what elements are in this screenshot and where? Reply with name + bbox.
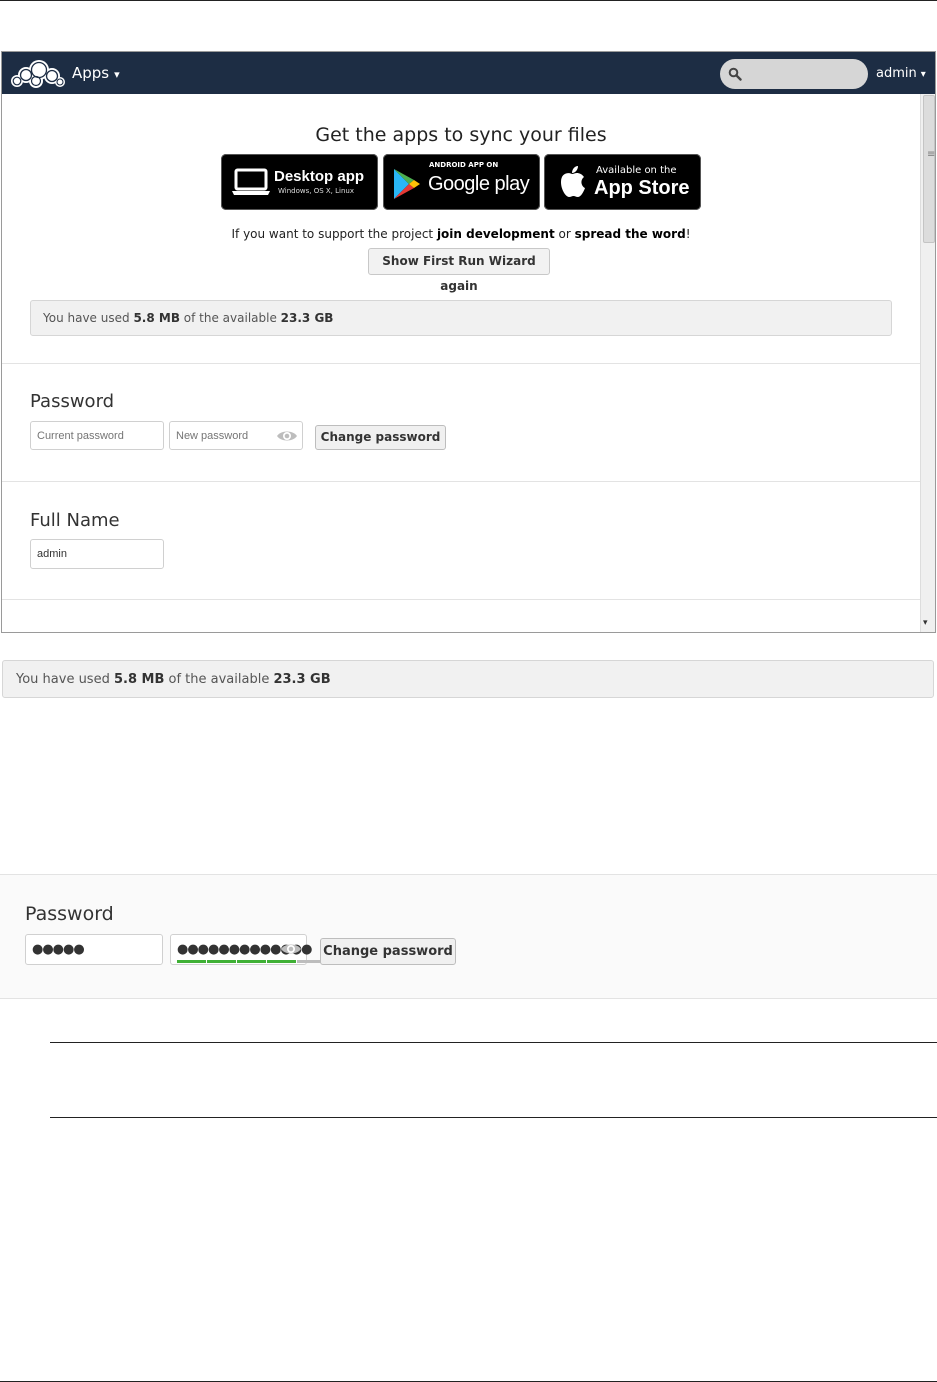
- scrollbar-thumb[interactable]: ≡: [923, 95, 935, 243]
- full-name-input[interactable]: [30, 539, 164, 569]
- strength-segment: [237, 960, 266, 963]
- scroll-down-arrow-icon[interactable]: ▾: [923, 618, 928, 628]
- section-divider: [2, 481, 920, 482]
- desktop-app-platforms: Windows, OS X, Linux: [278, 187, 354, 195]
- top-navigation-bar: Apps ▾ admin ▾: [2, 52, 935, 94]
- apps-caret-icon: ▾: [114, 68, 120, 81]
- strength-segment: [267, 960, 296, 963]
- apps-menu-label: Apps: [72, 64, 110, 82]
- quota-used: 5.8 MB: [113, 672, 165, 687]
- quota-middle: of the available: [164, 672, 274, 687]
- section-divider: [2, 599, 920, 600]
- document-rule-top: [50, 1042, 937, 1043]
- password-section-title: Password: [25, 903, 114, 925]
- strength-segment: [177, 960, 206, 963]
- app-store-badge[interactable]: Available on the App Store: [544, 154, 701, 210]
- show-password-eye-icon[interactable]: [280, 942, 302, 956]
- current-password-input[interactable]: [30, 421, 164, 450]
- change-password-button[interactable]: Change password: [315, 425, 446, 450]
- storage-quota-bar-zoomed: You have used 5.8 MB of the available 23…: [2, 660, 934, 698]
- page-top-rule: [0, 0, 937, 1]
- owncloud-logo-icon[interactable]: [8, 57, 66, 89]
- section-divider: [2, 363, 920, 364]
- sync-apps-title: Get the apps to sync your files: [315, 124, 607, 146]
- change-password-button[interactable]: Change password: [320, 938, 456, 965]
- user-caret-icon: ▾: [920, 69, 926, 80]
- search-input[interactable]: [720, 59, 868, 89]
- search-icon: [728, 67, 742, 81]
- document-rule-bottom: [50, 1117, 937, 1118]
- full-name-section-title: Full Name: [30, 510, 120, 531]
- apps-menu[interactable]: Apps ▾: [72, 64, 120, 82]
- user-menu-label: admin: [876, 66, 917, 81]
- laptop-icon: [232, 168, 270, 195]
- desktop-app-badge[interactable]: Desktop app Windows, OS X, Linux: [221, 154, 378, 210]
- user-menu[interactable]: admin ▾: [876, 66, 926, 81]
- show-first-run-wizard-button[interactable]: Show First Run Wizard again: [368, 248, 550, 293]
- support-suffix: !: [685, 227, 691, 241]
- storage-quota-bar: You have used 5.8 MB of the available 23…: [30, 300, 892, 336]
- support-text: If you want to support the project join …: [2, 227, 920, 241]
- google-play-icon: [394, 169, 420, 199]
- google-play-title: Google play: [428, 173, 530, 195]
- quota-prefix: You have used: [16, 672, 114, 687]
- quota-total: 23.3 GB: [280, 311, 334, 325]
- scroll-grip-icon: ≡: [927, 149, 936, 160]
- app-store-title: App Store: [594, 177, 690, 199]
- spread-the-word-link[interactable]: spread the word: [575, 227, 686, 241]
- support-middle: or: [554, 227, 575, 241]
- support-prefix: If you want to support the project: [231, 227, 437, 241]
- quota-prefix: You have used: [43, 311, 134, 325]
- password-section-title: Password: [30, 391, 115, 412]
- quota-total: 23.3 GB: [273, 672, 331, 687]
- google-play-caption: ANDROID APP ON: [429, 161, 499, 169]
- strength-segment: [207, 960, 236, 963]
- apple-icon: [561, 166, 585, 197]
- google-play-badge[interactable]: ANDROID APP ON Google play: [383, 154, 540, 210]
- quota-middle: of the available: [179, 311, 281, 325]
- current-password-input-filled[interactable]: ●●●●●: [25, 934, 163, 965]
- desktop-app-title: Desktop app: [274, 168, 365, 185]
- current-password-dots: ●●●●●: [32, 942, 85, 957]
- vertical-scrollbar[interactable]: ≡ ▾: [920, 94, 935, 632]
- app-store-caption: Available on the: [596, 165, 677, 176]
- settings-screenshot: Apps ▾ admin ▾ Get the apps to sync your f…: [1, 51, 936, 633]
- settings-content: Get the apps to sync your files Desktop …: [2, 94, 920, 632]
- quota-used: 5.8 MB: [133, 311, 180, 325]
- join-development-link[interactable]: join development: [437, 227, 555, 241]
- password-section-filled: Password ●●●●● ●●●●●●●●●●●●● Change pass…: [0, 874, 937, 999]
- show-password-eye-icon[interactable]: [276, 429, 298, 443]
